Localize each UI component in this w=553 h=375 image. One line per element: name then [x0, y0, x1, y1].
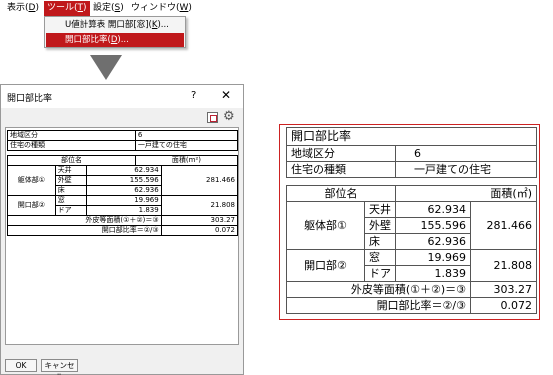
ratio-value: 0.072: [160, 225, 239, 236]
form-opening-total: 21.808: [470, 249, 537, 282]
floor-label: 床: [54, 185, 88, 196]
form-title: 開口部比率: [286, 127, 537, 146]
window-label: 窓: [54, 195, 88, 206]
printed-form: 開口部比率 地域区分 6 住宅の種類 一戸建ての住宅 部位名 面積(㎡) 躯体部…: [279, 124, 540, 320]
form-wall-value: 155.596: [395, 217, 471, 234]
menu-tools[interactable]: ツール(T): [44, 1, 90, 16]
table-row: 躯体部① 天井 62.934 281.466: [286, 201, 537, 250]
form-house-type-label: 住宅の種類: [286, 161, 396, 178]
ceiling-label: 天井: [54, 165, 88, 176]
window-value: 19.969: [86, 195, 162, 206]
form-window-label: 窓: [364, 249, 396, 266]
ratio-label: 開口部比率＝②/③: [7, 225, 162, 236]
cancel-button[interactable]: キャンセル: [41, 359, 78, 375]
form-ratio-value: 0.072: [470, 297, 537, 314]
arrow-down-icon: [90, 55, 122, 80]
form-house-type-value: 一戸建ての住宅: [395, 161, 537, 178]
form-window-value: 19.969: [395, 249, 471, 266]
form-envelope-value: 303.27: [470, 281, 537, 298]
table-row: 住宅の種類 一戸建ての住宅: [7, 140, 239, 151]
dialog-result-table: 地域区分 6 住宅の種類 一戸建ての住宅 部位名 面積(m²) 躯体部① 天井 …: [7, 130, 239, 236]
house-type-value: 一戸建ての住宅: [134, 140, 239, 151]
door-value: 1.839: [86, 205, 162, 216]
form-door-label: ドア: [364, 265, 396, 282]
form-envelope-label: 外皮等面積(①＋②)＝③: [286, 281, 471, 298]
form-result-table: 開口部比率 地域区分 6 住宅の種類 一戸建ての住宅 部位名 面積(㎡) 躯体部…: [286, 127, 537, 314]
result-sheet: 地域区分 6 住宅の種類 一戸建ての住宅 部位名 面積(m²) 躯体部① 天井 …: [5, 127, 239, 345]
menu-item-opening-ratio[interactable]: 開口部比率(D)...: [46, 33, 184, 47]
sheet-view-icon[interactable]: [207, 112, 218, 123]
part-name-header: 部位名: [7, 155, 136, 166]
menu-view[interactable]: 表示(D): [4, 1, 42, 16]
ok-button[interactable]: OK: [5, 359, 37, 372]
body-total: 281.466: [160, 165, 239, 196]
ceiling-value: 62.934: [86, 165, 162, 176]
help-icon[interactable]: ?: [191, 90, 196, 101]
gear-icon[interactable]: ⚙: [223, 110, 235, 123]
area-header: 面積(m²): [134, 155, 239, 166]
table-row: 住宅の種類 一戸建ての住宅: [286, 161, 537, 178]
form-region-value: 6: [395, 145, 537, 162]
table-row: 部位名 面積(m²): [7, 155, 239, 166]
opening-total: 21.808: [160, 195, 239, 216]
form-part-name-header: 部位名: [286, 185, 396, 202]
table-row: 開口部比率: [286, 127, 537, 146]
table-gap: [286, 177, 537, 186]
form-ceiling-value: 62.934: [395, 201, 471, 218]
form-wall-label: 外壁: [364, 217, 396, 234]
form-ceiling-label: 天井: [364, 201, 396, 218]
menu-window[interactable]: ウィンドウ(W): [128, 1, 195, 16]
table-row: 開口部② 窓 19.969 21.808: [7, 195, 239, 216]
door-label: ドア: [54, 205, 88, 216]
form-body-label: 躯体部①: [286, 201, 365, 250]
menu-bar: 表示(D) ツール(T) 設定(S) ウィンドウ(W): [0, 0, 553, 17]
form-door-value: 1.839: [395, 265, 471, 282]
menu-item-u-value-table[interactable]: U値計算表 開口部[窓](K)...: [46, 18, 184, 32]
dialog-titlebar: 開口部比率 ? ✕: [1, 85, 243, 108]
form-floor-value: 62.936: [395, 233, 471, 250]
opening-ratio-dialog: 開口部比率 ? ✕ ⚙ 地域区分 6 住宅の種類 一戸建ての住宅 部位名 面積(…: [0, 84, 244, 375]
wall-value: 155.596: [86, 175, 162, 186]
table-row: 外皮等面積(①＋②)＝③ 303.27: [7, 215, 239, 226]
house-type-label: 住宅の種類: [7, 140, 136, 151]
form-body-total: 281.466: [470, 201, 537, 250]
region-label: 地域区分: [7, 130, 136, 141]
opening-label: 開口部②: [7, 195, 56, 216]
region-value: 6: [134, 130, 239, 141]
table-row: 外皮等面積(①＋②)＝③ 303.27: [286, 281, 537, 298]
wall-label: 外壁: [54, 175, 88, 186]
form-region-label: 地域区分: [286, 145, 396, 162]
table-row: 開口部② 窓 19.969 21.808: [286, 249, 537, 282]
form-ratio-label: 開口部比率＝②/③: [286, 297, 471, 314]
form-area-header: 面積(㎡): [395, 185, 537, 202]
form-floor-label: 床: [364, 233, 396, 250]
envelope-label: 外皮等面積(①＋②)＝③: [7, 215, 162, 226]
form-opening-label: 開口部②: [286, 249, 365, 282]
table-row: 開口部比率＝②/③ 0.072: [7, 225, 239, 236]
dialog-title: 開口部比率: [7, 94, 53, 104]
table-row: 部位名 面積(㎡): [286, 185, 537, 202]
table-row: 地域区分 6: [7, 130, 239, 141]
tools-dropdown-menu: U値計算表 開口部[窓](K)... 開口部比率(D)...: [44, 16, 186, 48]
floor-value: 62.936: [86, 185, 162, 196]
body-label: 躯体部①: [7, 165, 56, 196]
close-icon[interactable]: ✕: [221, 88, 231, 102]
envelope-value: 303.27: [160, 215, 239, 226]
table-row: 躯体部① 天井 62.934 281.466: [7, 165, 239, 196]
menu-settings[interactable]: 設定(S): [90, 1, 127, 16]
table-row: 開口部比率＝②/③ 0.072: [286, 297, 537, 314]
table-row: 地域区分 6: [286, 145, 537, 162]
